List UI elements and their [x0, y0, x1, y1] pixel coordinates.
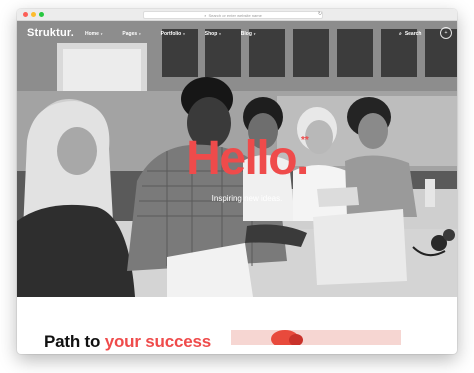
- menu-toggle-button[interactable]: +: [440, 27, 452, 39]
- chevron-down-icon: ▾: [253, 32, 256, 36]
- search-icon: ⌕: [204, 13, 207, 18]
- nav-item-home[interactable]: Home ▾: [85, 31, 102, 37]
- section-title-plain: Path to: [44, 332, 105, 351]
- address-placeholder: Search or enter website name: [208, 13, 262, 18]
- hero-section: Hello. ** Inspiring new ideas.: [17, 21, 457, 297]
- chevron-down-icon: ▾: [139, 32, 141, 36]
- promo-image-shape: [289, 334, 303, 345]
- reload-icon[interactable]: ↻: [317, 11, 323, 18]
- nav-item-blog[interactable]: Blog ▾: [241, 31, 256, 37]
- minimize-window-button[interactable]: [31, 12, 36, 17]
- nav-item-pages[interactable]: Pages ▾: [122, 31, 140, 37]
- nav-item-label: Shop: [204, 31, 218, 37]
- search-button[interactable]: ⌕ Search: [399, 31, 422, 37]
- nav-item-label: Blog: [240, 31, 252, 37]
- chevron-down-icon: ▾: [183, 32, 185, 36]
- site-header: Struktur. Home ▾ Pages ▾ Portfolio ▾ Sho…: [17, 21, 457, 47]
- nav-item-label: Pages: [122, 31, 138, 37]
- section-title-accent: your success: [104, 332, 212, 351]
- browser-toolbar: ⌕ Search or enter website name ↻: [17, 9, 457, 21]
- nav-item-shop[interactable]: Shop ▾: [205, 31, 221, 37]
- browser-window: ⌕ Search or enter website name ↻ Hello. …: [17, 9, 457, 354]
- site-logo[interactable]: Struktur.: [27, 27, 74, 39]
- search-label: Search: [404, 31, 422, 37]
- nav-item-label: Portfolio: [160, 31, 182, 37]
- hero-subtitle: Inspiring new ideas.: [211, 194, 283, 203]
- chevron-down-icon: ▾: [219, 32, 221, 36]
- close-window-button[interactable]: [23, 12, 28, 17]
- search-icon: ⌕: [399, 31, 402, 37]
- section-title: Path to your success: [44, 332, 211, 352]
- hero-title-mark: **: [301, 135, 309, 146]
- nav-item-portfolio[interactable]: Portfolio ▾: [161, 31, 185, 37]
- main-menu: Home ▾ Pages ▾ Portfolio ▾ Shop ▾ Blog ▾: [85, 31, 275, 37]
- maximize-window-button[interactable]: [39, 12, 44, 17]
- chevron-down-icon: ▾: [100, 32, 103, 36]
- plus-icon: +: [444, 30, 448, 36]
- address-bar[interactable]: ⌕ Search or enter website name: [143, 11, 323, 19]
- promo-image: [231, 330, 401, 345]
- nav-item-label: Home: [85, 31, 99, 37]
